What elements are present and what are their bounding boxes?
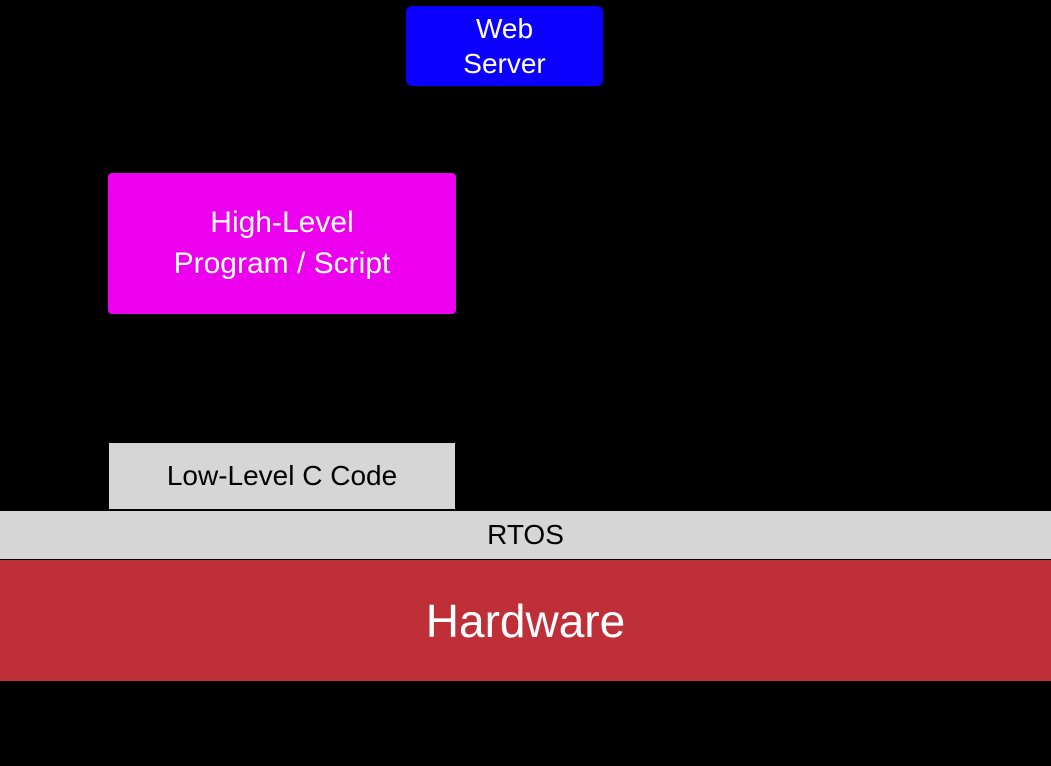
low-level-c-label: Low-Level C Code (167, 460, 397, 492)
web-server-label-line2: Server (463, 48, 545, 79)
low-level-c-block: Low-Level C Code (108, 442, 456, 510)
hardware-block: Hardware (0, 560, 1051, 681)
high-level-label-line1: High-Level (210, 206, 353, 239)
hardware-label: Hardware (426, 594, 625, 648)
high-level-label-line2: Program / Script (174, 247, 391, 280)
high-level-block: High-Level Program / Script (108, 173, 456, 314)
web-server-label-line1: Web (476, 13, 533, 44)
web-server-block: Web Server (406, 6, 603, 86)
rtos-block: RTOS (0, 510, 1051, 560)
rtos-label: RTOS (487, 519, 564, 551)
